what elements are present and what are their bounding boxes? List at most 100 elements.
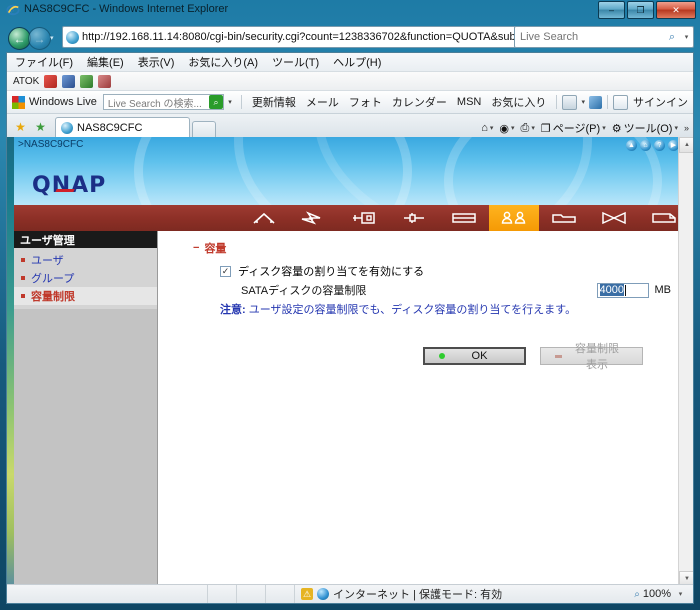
wl-translate-icon[interactable] xyxy=(589,95,603,109)
qnap-main-nav xyxy=(14,205,693,231)
qnap-banner: >NAS8C9CFC QNAP ▲ ⌂ ? ▶ xyxy=(14,137,693,205)
sidebar-title: ユーザ管理 xyxy=(14,231,157,248)
window-title: NAS8C9CFC - Windows Internet Explorer xyxy=(24,3,229,15)
security-zone-indicator[interactable]: ⚠ インターネット | 保護モード: 有効 xyxy=(295,586,508,602)
wl-item-msn[interactable]: MSN xyxy=(457,96,481,108)
home-icon[interactable]: ⌂ xyxy=(640,140,651,151)
enable-quota-checkbox[interactable]: ✓ xyxy=(220,265,231,277)
close-button[interactable]: ✕ xyxy=(656,1,696,19)
favorites-center-icon[interactable]: ★ xyxy=(13,119,28,134)
tools-menu-button[interactable]: ⚙ ツール(O) ▾ xyxy=(610,120,680,136)
windows-live-search-caret-icon[interactable]: ▾ xyxy=(224,98,236,106)
scroll-up-button[interactable]: ▲ xyxy=(679,137,693,153)
new-tab-button[interactable] xyxy=(192,121,216,138)
windows-live-brand: Windows Live xyxy=(29,96,97,108)
atok-label: ATOK xyxy=(13,75,40,87)
quota-row: SATAディスクの容量制限 4000 MB xyxy=(241,282,671,298)
menu-file[interactable]: ファイル(F) xyxy=(15,54,73,70)
nav-quick-config-icon[interactable] xyxy=(289,205,339,231)
sidebar-list: ユーザ グループ 容量制限 xyxy=(14,248,157,309)
page-icon: ❐ xyxy=(540,122,551,135)
minimize-button[interactable]: – xyxy=(598,1,625,19)
wl-item-photos[interactable]: フォト xyxy=(349,94,382,110)
forward-button[interactable]: → xyxy=(28,27,51,50)
toolbar-divider xyxy=(607,95,609,109)
protected-mode-icon: ⚠ xyxy=(301,588,313,600)
wl-signin-label[interactable]: サインイン xyxy=(633,94,688,110)
enable-quota-label: ディスク容量の割り当てを有効にする xyxy=(238,266,425,278)
nav-user-management-icon[interactable] xyxy=(489,205,539,231)
navigation-bar: ← → ▾ http://192.168.11.14:8080/cgi-bin/… xyxy=(6,25,694,51)
menu-edit[interactable]: 編集(E) xyxy=(87,54,124,70)
zoom-control[interactable]: ⌕ 100% ▾ xyxy=(634,588,693,600)
page-menu-button[interactable]: ❐ ページ(P) ▾ xyxy=(539,120,608,136)
wl-item-calendar[interactable]: カレンダー xyxy=(392,94,447,110)
wl-item-favorites[interactable]: お気に入り xyxy=(491,94,546,110)
history-dropdown-icon[interactable]: ▾ xyxy=(50,34,54,42)
menu-favorites[interactable]: お気に入り(A) xyxy=(188,54,258,70)
command-overflow-icon[interactable]: » xyxy=(684,123,689,133)
home-button[interactable]: ⌂ ▾ xyxy=(479,122,495,134)
menu-view[interactable]: 表示(V) xyxy=(138,54,175,70)
note-prefix: 注意: xyxy=(220,304,246,316)
collapse-toggle-icon[interactable]: − xyxy=(193,242,199,254)
windows-live-search-placeholder: Live Search の検索... xyxy=(107,98,202,110)
nav-network-services-icon[interactable] xyxy=(589,205,639,231)
browser-client-area: ファイル(F) 編集(E) 表示(V) お気に入り(A) ツール(T) ヘルプ(… xyxy=(6,52,694,604)
menu-help[interactable]: ヘルプ(H) xyxy=(333,54,381,70)
browser-search-box[interactable]: ⌕ ▾ xyxy=(514,26,694,48)
windows-live-search-icon[interactable]: ⌕ xyxy=(209,95,224,109)
search-input[interactable] xyxy=(515,30,664,44)
home-icon: ⌂ xyxy=(481,122,488,134)
help-icon[interactable]: ? xyxy=(654,140,665,151)
print-caret-icon[interactable]: ▾ xyxy=(531,124,535,132)
windows-live-search-box[interactable]: Live Search の検索... ⌕ xyxy=(102,94,225,110)
atok-input-mode-icon[interactable] xyxy=(80,74,94,88)
feeds-caret-icon[interactable]: ▾ xyxy=(511,124,515,132)
wl-item-mail[interactable]: メール xyxy=(306,94,339,110)
nav-system-tools-icon[interactable] xyxy=(339,205,389,231)
wl-signin-icon xyxy=(613,94,628,110)
atok-dictionary-icon[interactable] xyxy=(62,74,76,88)
add-to-favorites-icon[interactable]: ★ xyxy=(33,119,48,134)
svg-text:e: e xyxy=(10,6,14,16)
atok-palette-icon[interactable] xyxy=(44,74,58,88)
status-cell xyxy=(237,585,266,603)
section-header: − 容量 xyxy=(193,240,226,256)
nav-share-folder-icon[interactable] xyxy=(539,205,589,231)
wl-window-caret-icon[interactable]: ▾ xyxy=(577,98,589,106)
print-button[interactable]: ⎙ ▾ xyxy=(519,122,537,135)
vertical-scrollbar[interactable]: ▲ ▼ xyxy=(678,137,693,587)
nav-network-settings-icon[interactable] xyxy=(389,205,439,231)
feeds-button[interactable]: ◉ ▾ xyxy=(497,122,516,135)
scroll-up-icon[interactable]: ▲ xyxy=(626,140,637,151)
wl-item-news[interactable]: 更新情報 xyxy=(252,94,296,110)
home-caret-icon[interactable]: ▾ xyxy=(490,124,494,132)
sidebar-item-users[interactable]: ユーザ xyxy=(14,251,157,269)
windows-live-logo-icon xyxy=(12,95,25,109)
address-url-text: http://192.168.11.14:8080/cgi-bin/securi… xyxy=(82,31,542,43)
menu-tools[interactable]: ツール(T) xyxy=(272,54,319,70)
quota-view-button[interactable]: 容量制限表示 xyxy=(540,343,643,371)
atok-help-icon[interactable] xyxy=(98,74,112,88)
zoom-caret-icon[interactable]: ▾ xyxy=(674,590,687,598)
maximize-button[interactable]: ❐ xyxy=(627,1,654,19)
wl-window-icon[interactable] xyxy=(562,94,578,110)
page-favicon-icon xyxy=(66,30,79,44)
tab-nas8c9cfc[interactable]: NAS8C9CFC xyxy=(55,117,190,138)
button-row: OK 容量制限表示 xyxy=(423,343,643,371)
tools-caret-icon[interactable]: ▾ xyxy=(674,124,678,132)
toolbar-divider xyxy=(556,95,558,109)
nav-home-icon[interactable] xyxy=(239,205,289,231)
quota-view-button-label: 容量制限表示 xyxy=(575,343,619,371)
page-caret-icon[interactable]: ▾ xyxy=(602,124,606,132)
sidebar-item-groups[interactable]: グループ xyxy=(14,269,157,287)
search-icon[interactable]: ⌕ xyxy=(664,31,680,44)
windows-live-toolbar: Windows Live Live Search の検索... ⌕ ▾ 更新情報… xyxy=(7,91,693,114)
search-provider-caret-icon[interactable]: ▾ xyxy=(680,33,693,41)
quota-input[interactable]: 4000 xyxy=(596,282,649,298)
sidebar-item-quota[interactable]: 容量制限 xyxy=(14,287,157,305)
enable-quota-row: ✓ ディスク容量の割り当てを有効にする xyxy=(220,263,424,279)
nav-device-config-icon[interactable] xyxy=(439,205,489,231)
ok-button[interactable]: OK xyxy=(423,347,526,365)
